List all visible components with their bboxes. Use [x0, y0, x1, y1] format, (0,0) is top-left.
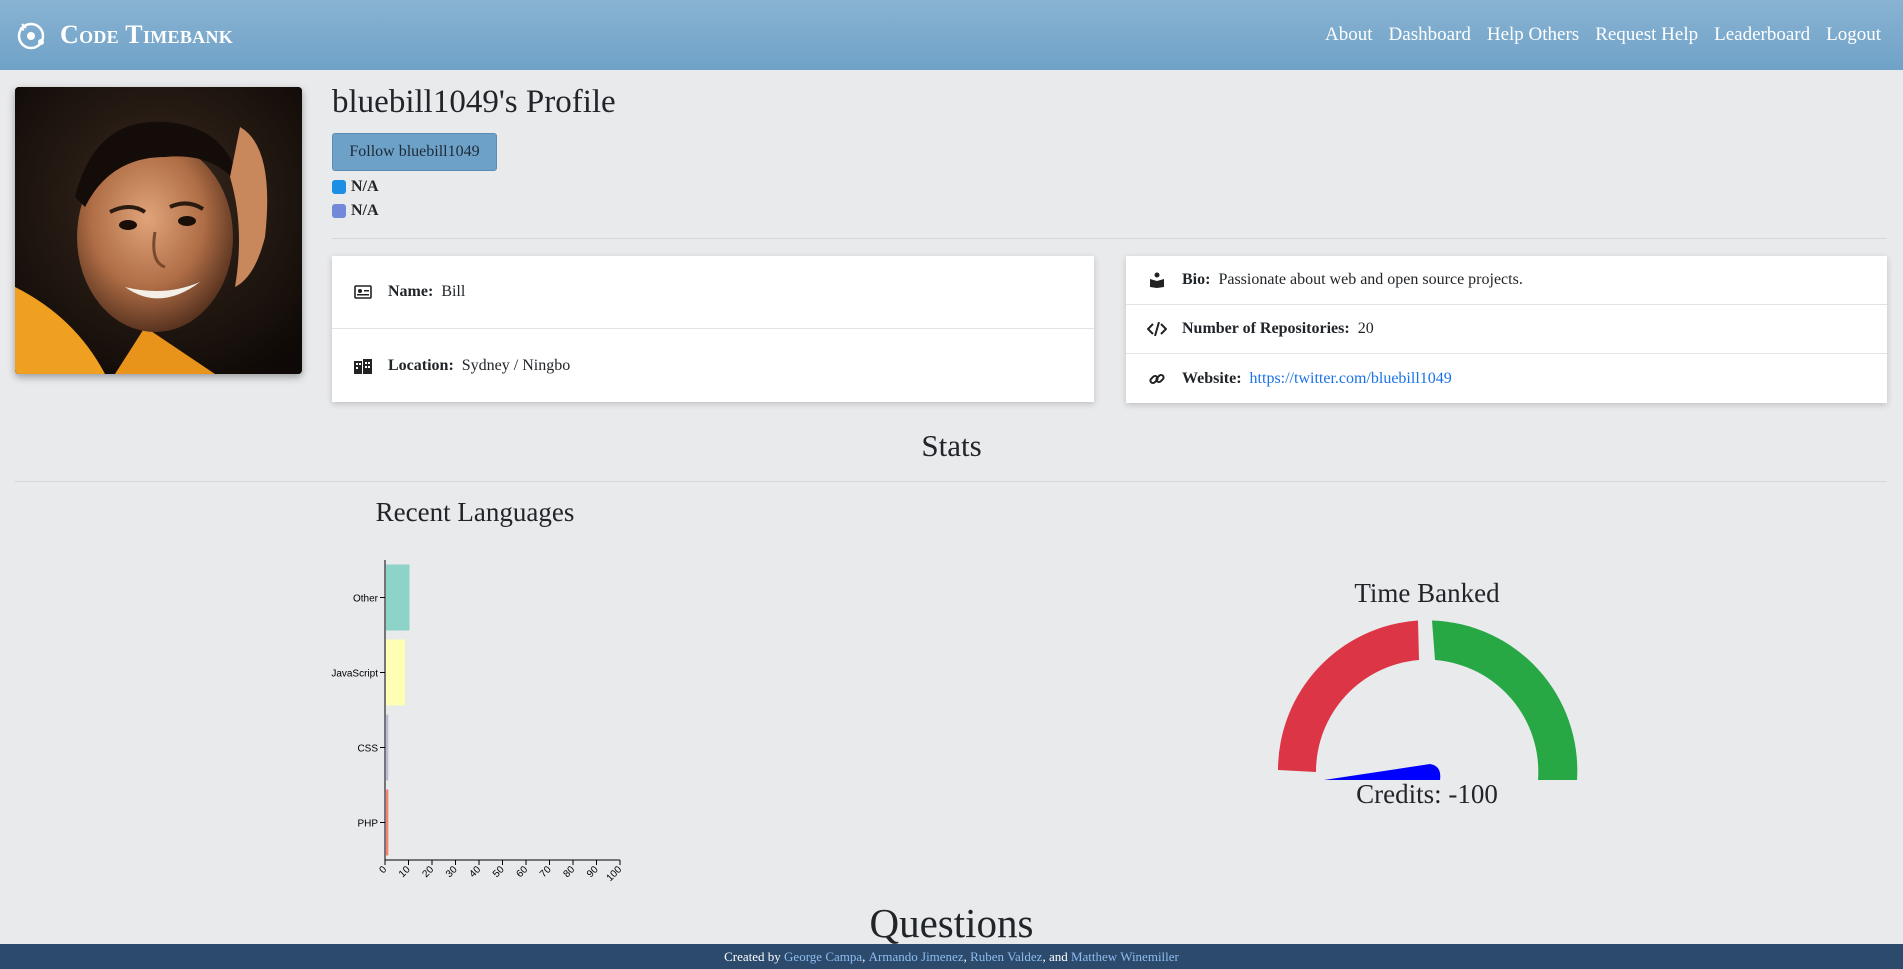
footer-author-1[interactable]: George Campa [784, 949, 862, 965]
nav-help-others[interactable]: Help Others [1487, 24, 1579, 46]
building-icon [352, 358, 374, 374]
nav-dashboard[interactable]: Dashboard [1389, 24, 1471, 46]
footer: Created by George Campa, Armando Jimenez… [0, 944, 1903, 969]
link-icon [1146, 371, 1168, 387]
website-row: Website: https://twitter.com/bluebill104… [1126, 354, 1887, 403]
brand-logo-icon [17, 22, 45, 50]
skype-value: N/A [351, 178, 379, 195]
name-value: Bill [441, 283, 466, 300]
x-tick-label: 90 [585, 864, 601, 880]
location-row: Location: Sydney / Ningbo [332, 329, 1094, 402]
bio-value: Passionate about web and open source pro… [1218, 271, 1523, 288]
nav-links: About Dashboard Help Others Request Help… [1325, 24, 1881, 46]
repos-row: Number of Repositories: 20 [1126, 305, 1887, 354]
x-tick-label: 0 [377, 864, 389, 876]
x-tick-label: 60 [514, 864, 530, 880]
bio-label: Bio: [1182, 271, 1211, 288]
profile-divider [332, 238, 1887, 239]
avatar [15, 87, 302, 374]
bar-other [386, 564, 410, 631]
bar-php [386, 789, 389, 856]
bio-row: Bio: Passionate about web and open sourc… [1126, 256, 1887, 305]
x-tick-label: 10 [397, 864, 413, 880]
footer-author-2[interactable]: Armando Jimenez [869, 949, 964, 965]
languages-chart: Other JavaScript CSS PHP 0 10 20 30 40 50 60 70 80 90… [331, 560, 625, 884]
x-tick-label: 80 [561, 864, 577, 880]
id-card-icon [352, 285, 374, 299]
footer-sep-2: , [963, 948, 967, 964]
repos-value: 20 [1357, 320, 1374, 337]
gauge-title: Time Banked [1354, 578, 1500, 608]
brand[interactable]: Code Timebank [14, 18, 233, 52]
y-tick-label: JavaScript [331, 669, 378, 680]
x-tick-label: 100 [605, 864, 625, 884]
avatar-photo [15, 87, 302, 374]
footer-sep-1: , [862, 948, 866, 964]
book-reader-icon [1146, 272, 1168, 288]
nav-logout[interactable]: Logout [1826, 24, 1881, 46]
x-tick-label: 70 [538, 864, 554, 880]
gauge-needle [1324, 764, 1441, 780]
y-tick-label: PHP [357, 819, 378, 830]
info-card-left: Name: Bill Location: Sydney / Ningbo [332, 256, 1094, 402]
nav-about[interactable]: About [1325, 24, 1373, 46]
questions-title: Questions [869, 900, 1034, 946]
name-label: Name: [388, 283, 434, 300]
bar-css [386, 714, 389, 781]
y-tick-label: CSS [357, 744, 378, 755]
skype-contact: N/A [332, 178, 379, 196]
x-tick-label: 20 [420, 864, 436, 880]
location-label: Location: [388, 356, 454, 374]
repos-label: Number of Repositories: [1182, 320, 1350, 337]
footer-author-4[interactable]: Matthew Winemiller [1071, 949, 1179, 965]
stats-divider [15, 481, 1887, 482]
languages-chart-title: Recent Languages [375, 497, 575, 527]
website-label: Website: [1182, 369, 1242, 387]
website-link[interactable]: https://twitter.com/bluebill1049 [1250, 370, 1452, 388]
credits-label: Credits: -100 [1356, 779, 1498, 809]
skype-icon [332, 180, 346, 194]
footer-prefix: Created by [724, 948, 781, 964]
discord-value: N/A [351, 202, 379, 219]
discord-icon [332, 204, 346, 218]
follow-button[interactable]: Follow bluebill1049 [332, 133, 497, 171]
bar-javascript [386, 639, 405, 706]
x-tick-label: 40 [467, 864, 483, 880]
info-card-right: Bio: Passionate about web and open sourc… [1126, 256, 1887, 403]
gauge-green-segment [1432, 620, 1578, 780]
time-banked-gauge [1278, 620, 1578, 780]
nav-request-help[interactable]: Request Help [1595, 24, 1698, 46]
y-tick-label: Other [353, 594, 379, 605]
code-icon [1146, 322, 1168, 336]
footer-and: , and [1042, 948, 1068, 964]
footer-author-3[interactable]: Ruben Valdez [970, 949, 1042, 965]
x-tick-label: 50 [491, 864, 507, 880]
location-value: Sydney / Ningbo [461, 356, 571, 374]
page-title: bluebill1049's Profile [332, 84, 616, 120]
name-row: Name: Bill [332, 256, 1094, 329]
navbar: Code Timebank About Dashboard Help Other… [0, 0, 1903, 70]
gauge-red-segment [1278, 620, 1419, 772]
x-tick-label: 30 [444, 864, 460, 880]
discord-contact: N/A [332, 202, 379, 220]
stats-title: Stats [921, 428, 982, 463]
nav-leaderboard[interactable]: Leaderboard [1714, 24, 1810, 46]
brand-name: Code Timebank [60, 20, 234, 49]
